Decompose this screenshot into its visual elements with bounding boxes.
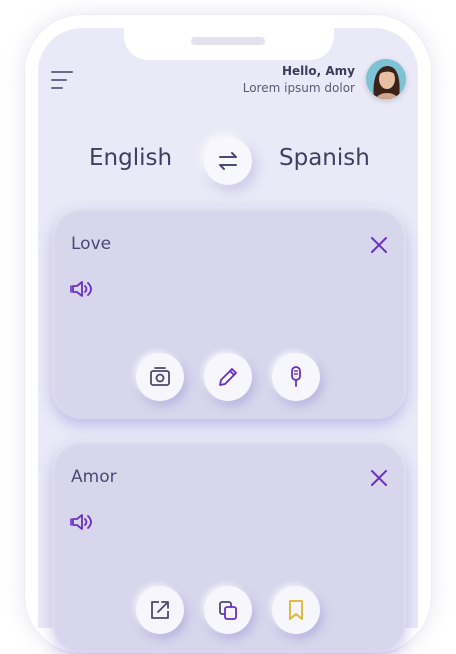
- clear-translation-button[interactable]: [370, 469, 388, 487]
- share-button[interactable]: [136, 586, 184, 634]
- swap-arrows-icon: [219, 152, 237, 170]
- translated-text-card: Amor: [52, 440, 406, 652]
- play-translation-audio-button[interactable]: [70, 512, 94, 532]
- play-source-audio-button[interactable]: [70, 279, 94, 299]
- translated-text: Amor: [71, 467, 117, 487]
- source-text[interactable]: Love: [71, 234, 111, 254]
- avatar[interactable]: [366, 59, 406, 99]
- avatar-photo: [366, 59, 406, 99]
- source-language[interactable]: English: [89, 145, 172, 171]
- bookmark-icon: [289, 600, 303, 620]
- share-icon: [151, 601, 169, 619]
- close-icon: [371, 470, 387, 486]
- menu-button[interactable]: [50, 68, 76, 94]
- bookmark-button[interactable]: [272, 586, 320, 634]
- clear-source-button[interactable]: [370, 236, 388, 254]
- camera-icon: [150, 367, 170, 386]
- greeting-subtitle: Lorem ipsum dolor: [242, 81, 355, 95]
- close-icon: [371, 237, 387, 253]
- pencil-icon: [219, 368, 237, 386]
- speaker-icon: [70, 514, 92, 530]
- speaker-icon: [70, 281, 92, 297]
- greeting-name: Hello, Amy: [281, 64, 355, 78]
- copy-button[interactable]: [204, 586, 252, 634]
- microphone-button[interactable]: [272, 353, 320, 401]
- source-text-card: Love: [52, 207, 406, 419]
- microphone-icon: [291, 366, 301, 387]
- hamburger-menu-icon: [51, 71, 73, 89]
- camera-button[interactable]: [136, 353, 184, 401]
- copy-icon: [219, 601, 237, 620]
- phone-speaker: [191, 37, 265, 45]
- swap-languages-button[interactable]: [204, 137, 252, 185]
- edit-button[interactable]: [204, 353, 252, 401]
- greeting-block: Hello, Amy Lorem ipsum dolor: [243, 64, 355, 95]
- target-language[interactable]: Spanish: [279, 145, 370, 171]
